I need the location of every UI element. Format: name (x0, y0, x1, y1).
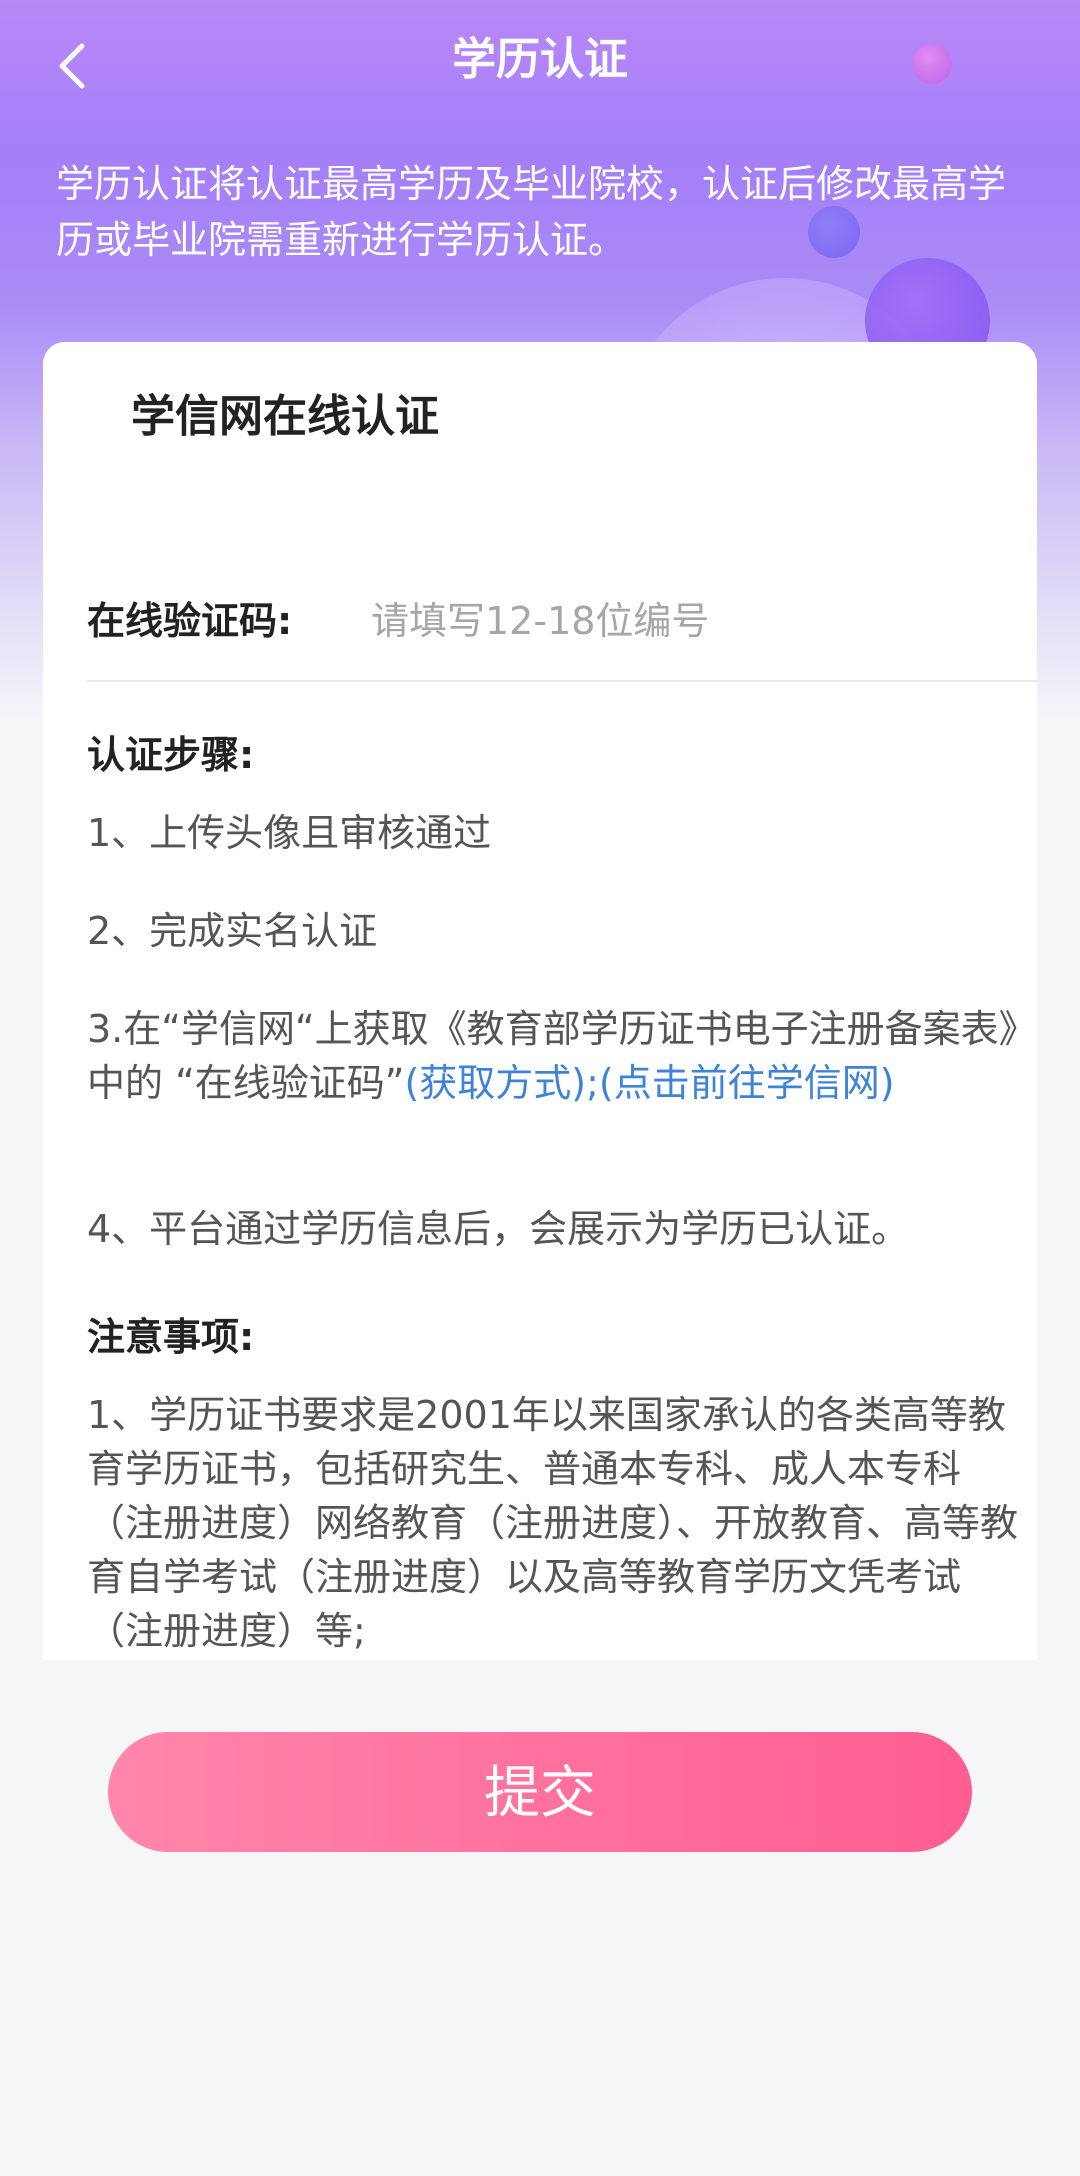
get-method-link[interactable]: (获取方式) (404, 1061, 586, 1105)
submit-button[interactable]: 提交 (108, 1732, 972, 1852)
verification-code-field: 在线验证码: (87, 590, 993, 652)
tab-xuexin-online[interactable]: 学信网在线认证 (43, 342, 540, 480)
steps-title: 认证步骤: (87, 733, 255, 777)
note-item: 1、学历证书要求是2001年以来国家承认的各类高等教育学历证书，包括研究生、普通… (87, 1393, 1019, 1653)
divider (87, 680, 1037, 682)
notice-text: 学历认证将认证最高学历及毕业院校，认证后修改最高学历或毕业院需重新进行学历认证。 (56, 162, 1007, 262)
step-item: 2、完成实名认证 (87, 909, 378, 953)
verification-code-input[interactable] (371, 596, 991, 646)
page-title: 学历认证 (452, 34, 628, 85)
notes-title: 注意事项: (87, 1315, 255, 1359)
tab-label: 学信网在线认证 (131, 391, 439, 442)
step-item: 4、平台通过学历信息后，会展示为学历已认证。 (87, 1207, 910, 1251)
verification-code-label: 在线验证码: (87, 599, 293, 643)
step-item: 1、上传头像且审核通过 (87, 811, 492, 855)
step-item: 3.在“学信网“上获取《教育部学历证书电子注册备案表》中的 “在线验证码”(获取… (87, 1002, 1037, 1110)
go-to-xuexin-link[interactable]: (点击前往学信网) (599, 1061, 895, 1105)
link-separator: ; (586, 1061, 599, 1105)
verification-card: 学信网在线认证 在线验证码: 认证步骤: 1、上传头像且审核通过 2、完成实名认… (43, 342, 1037, 1660)
